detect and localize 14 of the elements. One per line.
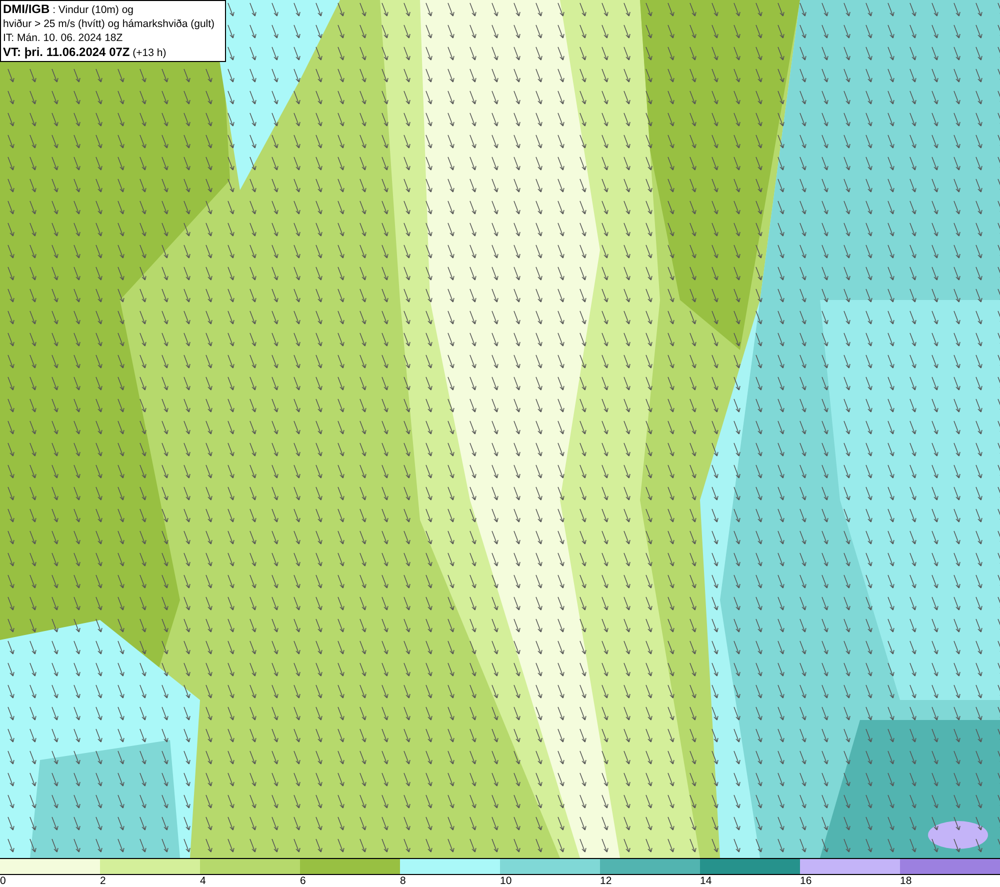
header-text: VT: þri. 11.06.2024 07Z (+13 h) [3,45,168,60]
legend-tick-label: 18 [900,875,912,887]
legend-tick-label: 12 [600,875,612,887]
legend-tick-label: 4 [200,875,206,887]
legend-tick-label: 0 [0,875,6,887]
legend-tick-label: 16 [800,875,812,887]
legend-tick-label: 2 [100,875,106,887]
header-text: hviður > 25 m/s (hvítt) og hámarkshviða (gult) [3,17,216,31]
header-text: IT: Mán. 10. 06. 2024 18Z [3,31,124,45]
header-text: DMI/IGB : Vindur (10m) og [3,2,135,17]
legend-tick-label: 14 [700,875,712,887]
legend-tick-label: 10 [500,875,512,887]
legend-tick-label: 6 [300,875,306,887]
legend-tick-label: 8 [400,875,406,887]
